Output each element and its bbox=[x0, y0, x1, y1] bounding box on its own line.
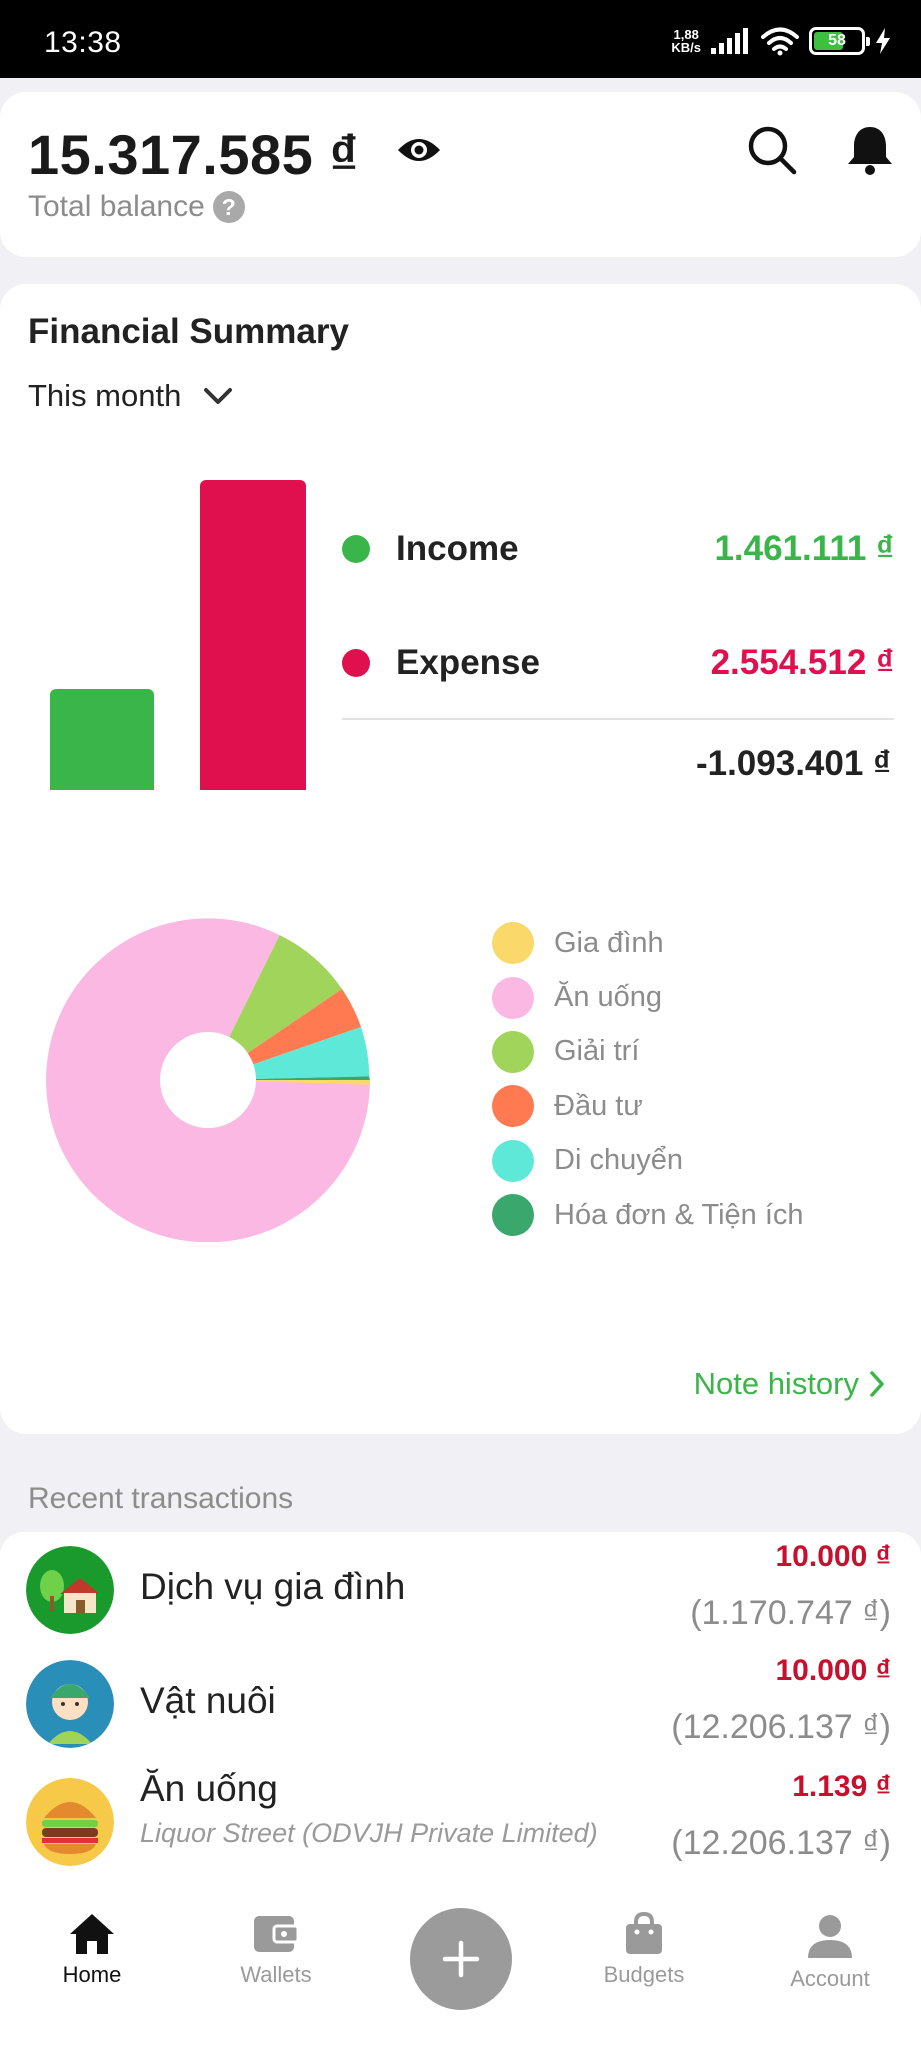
summary-title: Financial Summary bbox=[28, 312, 349, 351]
expense-row: Expense 2.554.512 ₫ bbox=[342, 638, 894, 688]
battery-icon: 58 bbox=[809, 27, 870, 55]
expense-dot bbox=[342, 649, 370, 677]
transaction-amount: 1.139 ₫ bbox=[792, 1770, 891, 1803]
total-balance-label: Total balance ? bbox=[28, 190, 245, 224]
charging-icon bbox=[876, 28, 890, 54]
transaction-name: Ăn uống bbox=[140, 1768, 278, 1809]
transaction-balance: (12.206.137 ₫) bbox=[671, 1708, 891, 1746]
legend-dot bbox=[492, 922, 534, 965]
transaction-balance: (1.170.747 ₫) bbox=[690, 1594, 891, 1632]
eye-icon[interactable] bbox=[396, 134, 442, 166]
total-balance-amount: 15.317.585 ₫ bbox=[28, 123, 359, 186]
plus-icon bbox=[442, 1940, 480, 1978]
transaction-name: Vật nuôi bbox=[140, 1680, 276, 1721]
income-bar bbox=[50, 689, 154, 790]
house-icon bbox=[26, 1546, 114, 1634]
help-icon[interactable]: ? bbox=[212, 191, 245, 223]
transaction-amount: 10.000 ₫ bbox=[775, 1540, 892, 1573]
network-speed: 1,88 KB/s bbox=[671, 27, 701, 55]
legend-dot bbox=[492, 1030, 534, 1073]
period-label: This month bbox=[28, 378, 182, 413]
category-legend: Gia đình Ăn uống Giải trí Đầu tư Di chuy… bbox=[492, 916, 804, 1242]
status-bar: 13:38 1,88 KB/s 58 bbox=[0, 0, 921, 78]
status-icons: 1,88 KB/s 58 bbox=[671, 24, 891, 58]
signal-icon bbox=[711, 28, 748, 54]
income-dot bbox=[342, 535, 370, 563]
add-transaction-button[interactable] bbox=[410, 1908, 512, 2010]
period-selector[interactable]: This month bbox=[28, 378, 233, 414]
expense-bar bbox=[200, 480, 306, 790]
account-icon bbox=[808, 1915, 852, 1958]
legend-item-gia-dinh: Gia đình bbox=[492, 916, 804, 970]
shopping-bag-icon bbox=[626, 1912, 662, 1954]
note-history-link[interactable]: Note history bbox=[694, 1366, 885, 1402]
nav-home[interactable]: Home bbox=[22, 1912, 162, 1988]
recent-transactions-title: Recent transactions bbox=[28, 1482, 294, 1515]
legend-item-an-uong: Ăn uống bbox=[492, 970, 804, 1024]
legend-dot bbox=[492, 1194, 534, 1237]
category-donut-chart[interactable] bbox=[46, 918, 370, 1242]
nav-budgets[interactable]: Budgets bbox=[574, 1912, 714, 1988]
wifi-icon bbox=[761, 27, 799, 56]
legend-item-dau-tu: Đầu tư bbox=[492, 1079, 804, 1133]
expense-label: Expense bbox=[396, 643, 540, 682]
transaction-item[interactable]: Dịch vụ gia đình 10.000 ₫ (1.170.747 ₫) bbox=[0, 1532, 921, 1642]
expense-value: 2.554.512 ₫ bbox=[710, 643, 894, 682]
income-row: Income 1.461.111 ₫ bbox=[342, 524, 894, 574]
nav-account[interactable]: Account bbox=[760, 1912, 900, 1992]
legend-dot bbox=[492, 976, 534, 1019]
search-icon[interactable] bbox=[744, 122, 800, 178]
transaction-list: Dịch vụ gia đình 10.000 ₫ (1.170.747 ₫) … bbox=[0, 1532, 921, 1882]
income-value: 1.461.111 ₫ bbox=[714, 529, 894, 568]
transaction-balance: (12.206.137 ₫) bbox=[671, 1824, 891, 1862]
chevron-right-icon bbox=[870, 1371, 884, 1397]
home-icon bbox=[70, 1914, 114, 1954]
person-icon bbox=[26, 1660, 114, 1748]
wallet-icon bbox=[254, 1916, 300, 1952]
chevron-down-icon bbox=[204, 388, 233, 404]
transaction-amount: 10.000 ₫ bbox=[775, 1654, 892, 1687]
legend-item-giai-tri: Giải trí bbox=[492, 1025, 804, 1079]
net-amount: -1.093.401 ₫ bbox=[695, 744, 891, 783]
transaction-name: Dịch vụ gia đình bbox=[140, 1566, 406, 1607]
bell-icon[interactable] bbox=[842, 122, 898, 178]
legend-dot bbox=[492, 1085, 534, 1128]
legend-dot bbox=[492, 1139, 534, 1182]
legend-item-di-chuyen: Di chuyển bbox=[492, 1134, 804, 1188]
nav-wallets[interactable]: Wallets bbox=[206, 1912, 346, 1988]
status-time: 13:38 bbox=[44, 26, 122, 59]
transaction-note: Liquor Street (ODVJH Private Limited) bbox=[140, 1818, 598, 1848]
summary-divider bbox=[342, 718, 894, 720]
transaction-item[interactable]: Vật nuôi 10.000 ₫ (12.206.137 ₫) bbox=[0, 1646, 921, 1756]
balance-card: 15.317.585 ₫ Total balance ? bbox=[0, 92, 921, 257]
income-label: Income bbox=[396, 529, 519, 568]
legend-item-hoa-don: Hóa đơn & Tiện ích bbox=[492, 1188, 804, 1242]
burger-icon bbox=[26, 1778, 114, 1866]
transaction-item[interactable]: Ăn uống Liquor Street (ODVJH Private Lim… bbox=[0, 1762, 921, 1872]
financial-summary-card: Financial Summary This month Income 1.46… bbox=[0, 284, 921, 1434]
